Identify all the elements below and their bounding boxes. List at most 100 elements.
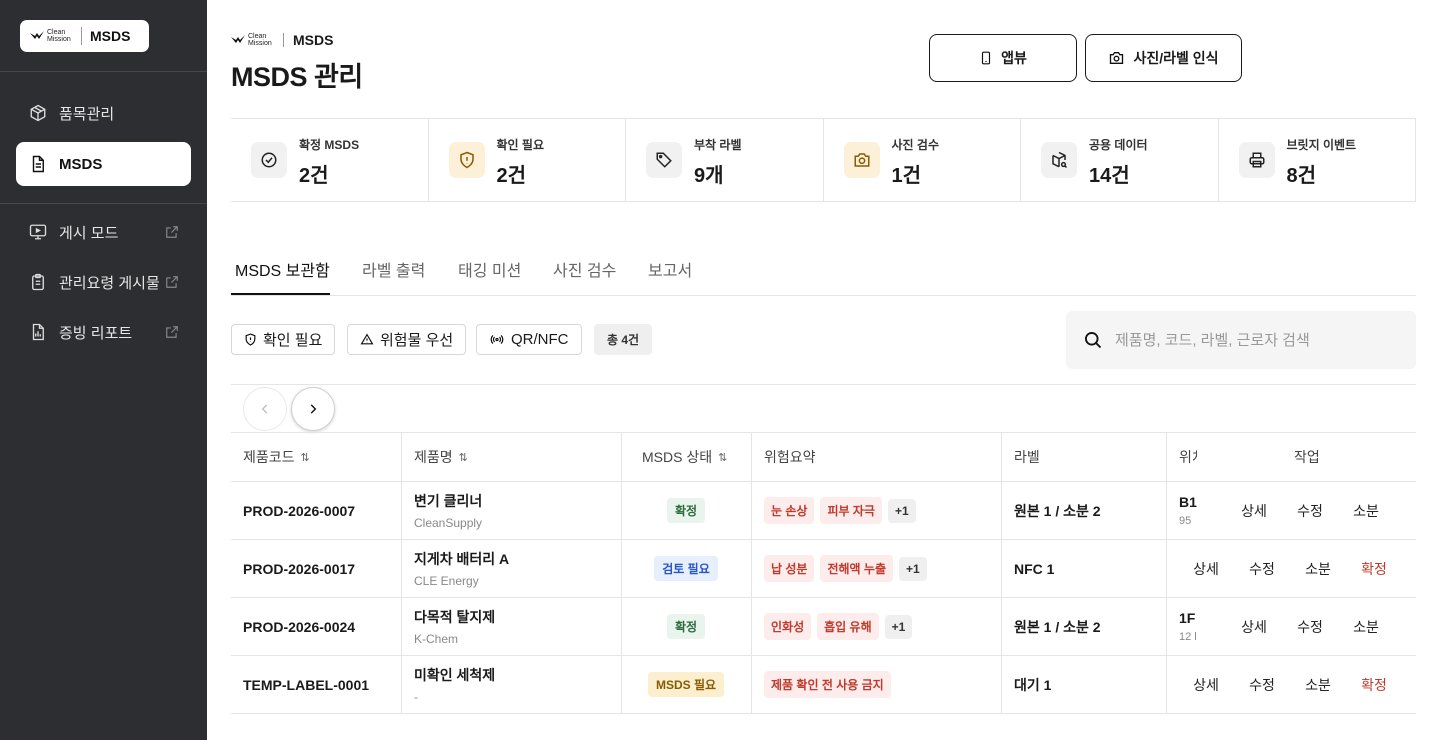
filter-label: 위험물 우선 — [380, 332, 454, 349]
monitor-icon — [28, 222, 48, 242]
stat-confirmed-msds[interactable]: 확정 MSDS 2건 — [231, 119, 429, 201]
total-count-badge: 총 4건 — [594, 324, 652, 355]
status-cell: MSDS 필요 — [621, 656, 751, 713]
stat-photo-review[interactable]: 사진 검수 1건 — [824, 119, 1021, 201]
dispense-button[interactable]: 소분 — [1338, 617, 1394, 637]
column-divider — [751, 598, 752, 655]
tab-msds-storage[interactable]: MSDS 보관함 — [235, 257, 330, 281]
column-divider — [1166, 540, 1167, 597]
detail-button[interactable]: 상세 — [1226, 617, 1282, 637]
sidebar-item-products[interactable]: 품목관리 — [16, 91, 191, 135]
brand-header: Clean Mission MSDS — [231, 32, 333, 48]
dispense-button[interactable]: 소분 — [1290, 559, 1346, 579]
filter-hazard-first[interactable]: 위험물 우선 — [347, 324, 467, 355]
scroll-left-button[interactable] — [243, 387, 287, 431]
column-divider — [1001, 598, 1002, 655]
app-logo[interactable]: Clean Mission MSDS — [20, 20, 149, 52]
header-actions: 작업 — [1294, 449, 1320, 465]
product-name: 다목적 탈지제 — [414, 609, 496, 625]
header-name[interactable]: 제품명 ⇅ — [414, 433, 468, 481]
stat-value: 14건 — [1089, 165, 1130, 187]
photo-label-recognition-button[interactable]: 사진/라벨 인식 — [1085, 34, 1242, 82]
confirm-button[interactable]: 확정 — [1346, 559, 1402, 579]
confirm-button[interactable]: 확정 — [1346, 675, 1402, 695]
column-divider — [1166, 598, 1167, 655]
hazard-tag: 전해액 누출 — [820, 555, 894, 582]
table-row[interactable]: PROD-2026-0007 변기 클리너 CleanSupply 확정 눈 손… — [231, 482, 1416, 540]
detail-button[interactable]: 상세 — [1178, 675, 1234, 695]
sidebar-item-display-mode[interactable]: 게시 모드 — [16, 210, 191, 254]
column-divider — [1001, 540, 1002, 597]
tab-photo-review[interactable]: 사진 검수 — [553, 257, 616, 281]
column-divider — [1166, 433, 1167, 481]
stat-label: 공용 데이터 — [1089, 138, 1148, 152]
table-row[interactable]: PROD-2026-0024 다목적 탈지제 K-Chem 확정 인화성 흡입 … — [231, 598, 1416, 656]
product-name-cell: 미확인 세척제 - — [414, 656, 495, 713]
column-divider — [1166, 482, 1167, 539]
logo-mark-icon — [30, 31, 44, 39]
chevron-left-icon — [261, 404, 268, 414]
filter-needs-check[interactable]: 확인 필요 — [231, 324, 336, 355]
hazard-cell: 눈 손상 피부 자극 +1 — [764, 482, 916, 539]
edit-button[interactable]: 수정 — [1282, 501, 1338, 521]
header-label: 라벨 — [1014, 449, 1040, 465]
sidebar-item-guide-posts[interactable]: 관리요령 게시물 — [16, 260, 191, 304]
page-title: MSDS 관리 — [231, 62, 363, 92]
edit-button[interactable]: 수정 — [1282, 617, 1338, 637]
hazard-tag: 인화성 — [764, 613, 812, 640]
stat-needs-check[interactable]: 확인 필요 2건 — [429, 119, 626, 201]
product-maker: CLE Energy — [414, 574, 479, 588]
more-hazards-badge[interactable]: +1 — [887, 498, 916, 523]
stat-attached-labels[interactable]: 부착 라벨 9개 — [626, 119, 824, 201]
stat-label: 부착 라벨 — [694, 138, 742, 152]
sidebar-divider — [0, 71, 207, 72]
sidebar-item-msds[interactable]: MSDS — [16, 142, 191, 186]
header-status[interactable]: MSDS 상태 ⇅ — [642, 433, 727, 481]
table-header-row: 제품코드 ⇅ 제품명 ⇅ MSDS 상태 ⇅ 위험요약 라벨 위치 작업 — [231, 432, 1416, 482]
detail-button[interactable]: 상세 — [1178, 559, 1234, 579]
product-code: PROD-2026-0024 — [243, 618, 356, 635]
header-name-label: 제품명 — [414, 449, 453, 465]
tab-report[interactable]: 보고서 — [648, 257, 692, 281]
stat-value: 2건 — [299, 165, 329, 187]
column-divider — [401, 433, 402, 481]
location-sub: 95 — [1179, 515, 1192, 527]
stat-label: 사진 검수 — [891, 138, 940, 152]
header-code[interactable]: 제품코드 ⇅ — [243, 433, 310, 481]
product-name: 변기 클리너 — [414, 493, 483, 509]
edit-button[interactable]: 수정 — [1234, 675, 1290, 695]
status-badge: 검토 필요 — [654, 556, 718, 581]
scroll-right-button[interactable] — [291, 387, 335, 431]
detail-button[interactable]: 상세 — [1226, 501, 1282, 521]
column-divider — [621, 433, 622, 481]
header-code-label: 제품코드 — [243, 449, 295, 465]
sidebar-item-evidence-report[interactable]: 증빙 리포트 — [16, 310, 191, 354]
product-code: PROD-2026-0017 — [243, 560, 356, 577]
dispense-button[interactable]: 소분 — [1290, 675, 1346, 695]
more-hazards-badge[interactable]: +1 — [884, 614, 913, 639]
app-view-button[interactable]: 앱뷰 — [929, 34, 1077, 82]
tab-tagging-mission[interactable]: 태깅 미션 — [458, 257, 521, 281]
stat-shared-data[interactable]: 공용 데이터 14건 — [1021, 119, 1219, 201]
camera-icon — [1110, 52, 1124, 64]
sidebar-item-label: 게시 모드 — [59, 224, 119, 242]
stat-bridge-events[interactable]: 브릿지 이벤트 8건 — [1219, 119, 1416, 201]
table-row[interactable]: TEMP-LABEL-0001 미확인 세척제 - MSDS 필요 제품 확인 … — [231, 656, 1416, 714]
tab-label-print[interactable]: 라벨 출력 — [362, 257, 425, 281]
column-divider — [1166, 656, 1167, 713]
more-hazards-badge[interactable]: +1 — [899, 556, 927, 581]
shield-alert-icon — [448, 142, 485, 178]
app-view-label: 앱뷰 — [1001, 50, 1027, 66]
table-row[interactable]: PROD-2026-0017 지게차 배터리 A CLE Energy 검토 필… — [231, 540, 1416, 598]
column-divider — [401, 656, 402, 713]
filter-qr-nfc[interactable]: QR/NFC — [476, 324, 582, 355]
external-link-icon — [166, 226, 178, 238]
logo-separator — [81, 27, 82, 45]
search-input[interactable] — [1115, 331, 1395, 349]
msds-table: 제품코드 ⇅ 제품명 ⇅ MSDS 상태 ⇅ 위험요약 라벨 위치 작업 PROD-2… — [231, 432, 1416, 714]
product-name: 미확인 세척제 — [414, 667, 496, 683]
edit-button[interactable]: 수정 — [1234, 559, 1290, 579]
search-box[interactable] — [1066, 311, 1416, 369]
hazard-cell: 인화성 흡입 유해 +1 — [764, 598, 913, 655]
dispense-button[interactable]: 소분 — [1338, 501, 1394, 521]
